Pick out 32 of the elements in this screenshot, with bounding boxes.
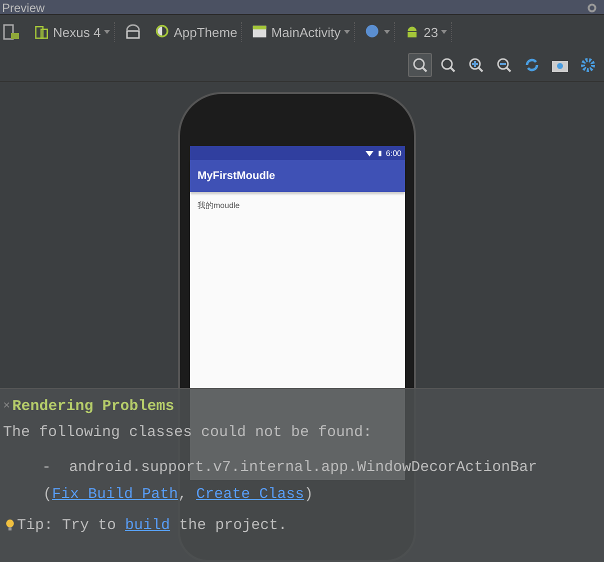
status-time: 6:00: [386, 148, 402, 158]
tip-text: Tip: Try to build the project.: [17, 516, 288, 534]
device-dropdown[interactable]: Nexus 4: [30, 22, 115, 42]
caret-icon: [104, 30, 110, 34]
layout-icon: [3, 23, 21, 41]
caret-icon: [344, 30, 350, 34]
content-text: 我的moudle: [198, 200, 241, 211]
zoom-in-icon: [467, 56, 485, 74]
caret-icon: [441, 30, 448, 34]
build-link[interactable]: build: [125, 516, 170, 534]
app-title: MyFirstMoudle: [198, 170, 276, 182]
panel-title: Preview: [2, 2, 45, 14]
fix-link[interactable]: Fix Build Path: [52, 486, 178, 503]
panel-heading: Rendering Problems: [12, 398, 174, 414]
error-message: The following classes could not be found:: [3, 423, 374, 443]
theme-dropdown[interactable]: AppTheme: [150, 22, 242, 42]
wifi-icon: [364, 148, 374, 158]
zoom-actual-icon: [439, 56, 457, 74]
missing-class-item: - android.support.v7.internal.app.WindowDecorActionBar (Fix Build Path, Create Class): [41, 458, 538, 505]
settings-icon: [579, 56, 597, 74]
zoom-out-icon: [495, 56, 513, 74]
zoom-fit-button[interactable]: [408, 53, 432, 77]
activity-dropdown[interactable]: MainActivity: [248, 22, 355, 42]
zoom-fit-icon: [411, 56, 429, 74]
device-icon: [34, 24, 50, 40]
refresh-icon: [523, 56, 541, 74]
battery-icon: [376, 148, 383, 158]
theme-icon: [154, 24, 171, 40]
caret-icon: [384, 30, 390, 34]
fix-link[interactable]: Create Class: [196, 486, 304, 503]
window-icon: [252, 24, 268, 40]
api-level-dropdown[interactable]: 23: [400, 22, 452, 42]
